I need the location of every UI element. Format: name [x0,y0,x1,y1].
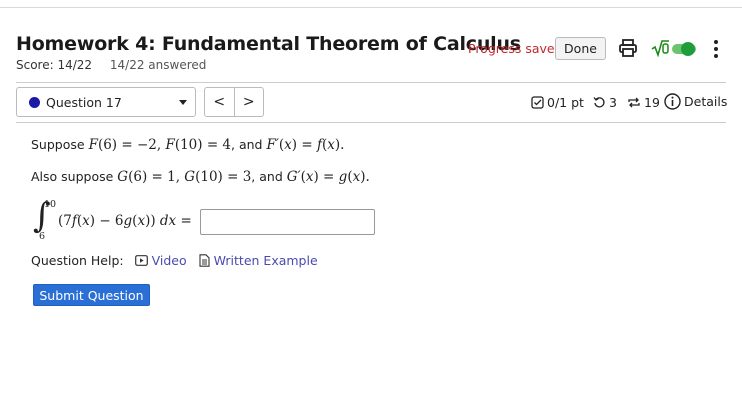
answered-count: 14/22 answered [109,58,207,72]
written-example-link[interactable]: Written Example [199,253,318,268]
attempts-icon [628,97,640,108]
video-link[interactable]: Video [134,253,187,268]
question-select[interactable]: Question 17 [16,87,196,117]
submit-question-button[interactable]: Submit Question [33,284,150,306]
attempts-count: 19 [644,95,660,110]
checkbox-icon [531,96,544,109]
status-dot-icon [29,97,40,108]
points-text: 0/1 pt [547,95,584,110]
video-icon [134,255,148,266]
details-label: Details [684,94,728,109]
print-icon[interactable] [618,38,638,58]
question-select-label: Question 17 [46,95,122,110]
divider [16,122,726,123]
score-row: Score: 14/22 14/22 answered [16,58,206,72]
next-question-button[interactable]: > [235,88,264,116]
retries-count: 3 [609,95,617,110]
question-help-label: Question Help: [31,253,124,268]
question-nav: < > [204,87,264,117]
problem-line-2: Also suppose G(6) = 1, G(10) = 3, and G′… [31,169,370,185]
page-title: Homework 4: Fundamental Theorem of Calcu… [16,33,521,55]
info-icon [664,93,681,110]
integrand: (7f(x) − 6g(x)) dx = [58,213,192,229]
more-options-icon[interactable] [712,38,720,60]
math-preview-toggle[interactable] [651,38,697,58]
retries-info: 3 [593,95,617,110]
lower-limit: 6 [39,231,46,242]
problem-line-1: Suppose F(6) = −2, F(10) = 4, and F′(x) … [31,137,345,153]
question-help: Question Help: Video Written Example [31,253,318,268]
chevron-down-icon [179,100,187,105]
document-icon [199,254,210,267]
retry-icon [593,97,605,108]
attempts-info: 19 [627,95,660,110]
done-button[interactable]: Done [555,37,606,60]
points-info: 0/1 pt [531,95,584,110]
divider [16,82,726,83]
top-border [0,7,742,8]
prev-question-button[interactable]: < [205,88,235,116]
answer-input[interactable] [200,209,375,235]
upper-limit: 10 [44,199,57,210]
details-link[interactable]: Details [664,93,727,110]
progress-status: Progress saved [468,41,563,56]
score-text: Score: 14/22 [16,58,93,72]
